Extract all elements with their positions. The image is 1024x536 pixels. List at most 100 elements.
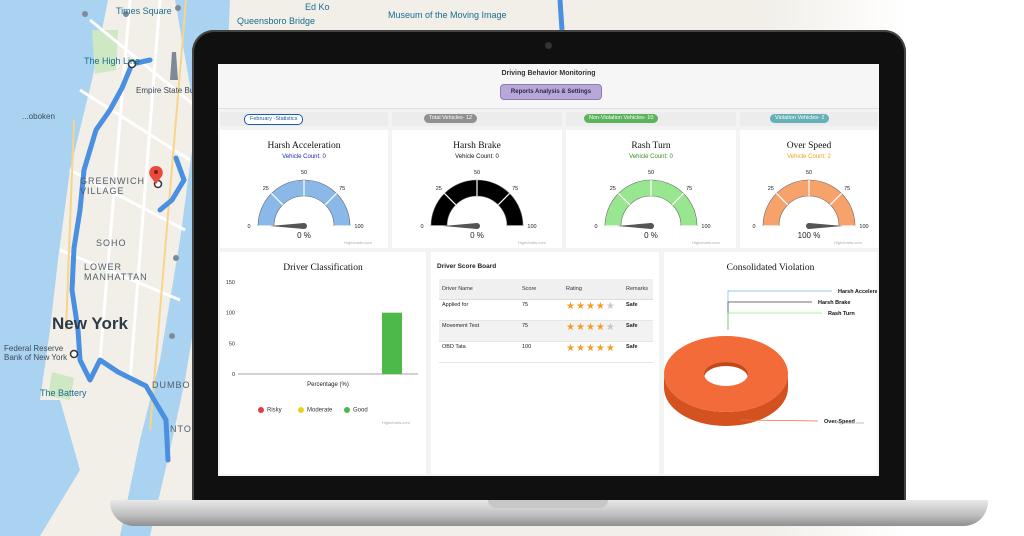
bar-good xyxy=(382,312,402,374)
map-label-museum: Museum of the Moving Image xyxy=(388,10,507,20)
gauge-tick-label: 100 xyxy=(859,224,868,230)
gauge-tick-label: 0 xyxy=(752,224,755,230)
gauge-tick-label: 50 xyxy=(648,170,654,176)
gauge-vehicle-count: Vehicle Count: 0 xyxy=(282,154,326,160)
star-filled-icon: ★ xyxy=(566,343,576,354)
gauge-card: Over Speed Vehicle Count: 2 0 25 50 75 100 100 … xyxy=(740,130,878,248)
gauge-tick-label: 0 xyxy=(420,224,423,230)
gauge-tick-label: 0 xyxy=(594,224,597,230)
legend-dot xyxy=(344,407,350,413)
gauge-tick-label: 100 xyxy=(527,224,536,230)
gauge-value: 0 % xyxy=(297,231,311,240)
classification-title: Driver Classification xyxy=(283,263,363,273)
map-label-greenwich: GREENWICH VILLAGE xyxy=(80,176,145,196)
cell-remarks: Safe xyxy=(623,320,653,342)
legend-item-risky[interactable]: Risky xyxy=(258,407,282,414)
table-row[interactable]: OBD Tata 100 ★★★★★ Safe xyxy=(439,341,653,363)
star-filled-icon: ★ xyxy=(585,301,596,312)
gauge-title: Harsh Acceleration xyxy=(267,141,341,151)
gauge-tick-label: 75 xyxy=(512,186,518,192)
stats-bar-3: Non-Violation Vehicles- 10 xyxy=(566,112,736,126)
gauge-title: Harsh Brake xyxy=(453,141,501,151)
legend-label: Risky xyxy=(267,407,282,414)
gauge-needle xyxy=(809,223,843,229)
cell-score: 75 xyxy=(519,320,563,342)
star-filled-icon: ★ xyxy=(575,343,586,354)
x-axis-label: Percentage (%) xyxy=(307,382,349,388)
highcharts-credit[interactable]: Highcharts.com xyxy=(692,240,720,245)
gauge-tick-label: 100 xyxy=(354,224,363,230)
highcharts-credit[interactable]: Highcharts.com xyxy=(836,420,864,425)
highcharts-credit[interactable]: Highcharts.com xyxy=(344,240,372,245)
legend-item-moderate[interactable]: Moderate xyxy=(298,407,332,414)
stat-label: Violation Vehicles- 2 xyxy=(775,115,825,121)
gauge-title: Over Speed xyxy=(786,141,832,151)
gauge-needle xyxy=(443,223,477,229)
legend-dot xyxy=(298,407,304,413)
star-filled-icon: ★ xyxy=(595,343,606,354)
gauge-card: Rash Turn Vehicle Count: 0 0 25 50 75 100 0 % Hi… xyxy=(566,130,736,248)
y-tick-label: 50 xyxy=(229,341,235,347)
stats-bar-4: Violation Vehicles- 2 xyxy=(740,112,878,126)
table-row[interactable]: Movement Test 75 ★★★★★ Safe xyxy=(439,320,653,342)
header-score[interactable]: Score xyxy=(519,279,563,300)
classification-bar-chart: 0 50 100 150 Percentage (%) xyxy=(226,280,418,388)
violation-donut-chart: Harsh AccelerationHarsh BrakeRash TurnOv… xyxy=(664,289,877,426)
legend-item-good[interactable]: Good xyxy=(344,407,368,414)
consolidated-violation-panel: Consolidated Violation Harsh Acceleratio… xyxy=(664,252,877,474)
slice-over-speed xyxy=(664,336,788,412)
gauge-tick-label: 25 xyxy=(610,186,616,192)
reports-settings-button[interactable]: Reports Analysis & Settings xyxy=(500,84,602,100)
gauge-needle xyxy=(270,223,304,229)
slice-label: Rash Turn xyxy=(828,311,855,317)
map-label-lower-manhattan: LOWER MANHATTAN xyxy=(84,262,148,282)
stats-bar-2: Total Vehicles- 12 xyxy=(392,112,562,126)
header-rating[interactable]: Rating xyxy=(563,279,623,300)
star-filled-icon: ★ xyxy=(575,322,586,333)
map-label-battery: The Battery xyxy=(40,388,87,398)
map-label-new-york: New York xyxy=(52,314,128,333)
gauge-dial: 0 25 50 75 100 xyxy=(752,170,868,230)
gauge-hub xyxy=(474,223,480,229)
cell-remarks: Safe xyxy=(623,299,653,321)
map-label-dumbo: DUMBO xyxy=(152,380,191,390)
laptop-notch xyxy=(488,500,608,508)
gauge-dial: 0 25 50 75 100 xyxy=(420,170,536,230)
camera-icon xyxy=(545,42,552,49)
stat-pill-total: Total Vehicles- 12 xyxy=(424,114,478,123)
cell-rating: ★★★★★ xyxy=(563,320,623,342)
map-label-soho: SOHO xyxy=(96,238,127,248)
cell-score: 100 xyxy=(519,341,563,363)
driver-classification-panel: Driver Classification 0 50 100 150 Percentag… xyxy=(220,252,426,474)
legend-dot xyxy=(258,407,264,413)
stat-pill-non-violation: Non-Violation Vehicles- 10 xyxy=(584,114,659,123)
stat-label: February -Statistics xyxy=(250,116,298,122)
y-tick-label: 150 xyxy=(226,280,235,286)
star-empty-icon: ★ xyxy=(605,322,616,333)
legend-label: Moderate xyxy=(307,407,333,414)
cell-remarks: Safe xyxy=(623,341,653,363)
connector-line xyxy=(727,301,812,330)
stat-label: Total Vehicles- 12 xyxy=(429,115,473,121)
highcharts-credit[interactable]: Highcharts.com xyxy=(834,240,862,245)
header-driver-name[interactable]: Driver Name xyxy=(439,279,519,300)
gauge-value: 100 % xyxy=(797,231,821,240)
highcharts-credit[interactable]: Highcharts.com xyxy=(382,420,410,425)
dashboard-screen: Driving Behavior Monitoring Reports Anal… xyxy=(218,64,879,476)
gauge-vehicle-count: Vehicle Count: 2 xyxy=(787,154,831,160)
star-rating: ★★★★★ xyxy=(566,322,616,333)
gauge-tick-label: 75 xyxy=(339,186,345,192)
header-remarks[interactable]: Remarks xyxy=(623,279,653,300)
star-empty-icon: ★ xyxy=(605,301,616,312)
legend-label: Good xyxy=(353,407,368,414)
map-label-hoboken: ...oboken xyxy=(22,112,55,121)
gauge-value: 0 % xyxy=(644,231,658,240)
stats-bar-1: February -Statistics xyxy=(220,112,388,126)
star-rating: ★★★★★ xyxy=(566,343,616,354)
highcharts-credit[interactable]: Highcharts.com xyxy=(518,240,546,245)
star-filled-icon: ★ xyxy=(585,322,596,333)
gauge-tick-label: 100 xyxy=(701,224,710,230)
map-label-federal-reserve: Federal Reserve Bank of New York xyxy=(4,344,68,362)
table-row[interactable]: Applied for 75 ★★★★★ Safe xyxy=(439,299,653,321)
map-label-tunnel: NTO xyxy=(170,424,192,434)
